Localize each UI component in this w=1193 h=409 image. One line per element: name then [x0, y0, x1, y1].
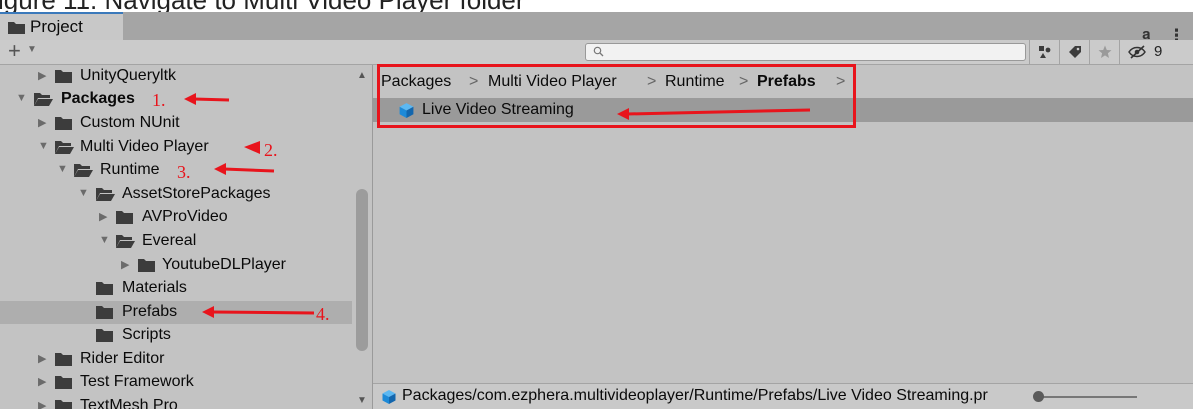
- collapse-arrow-icon[interactable]: ▼: [38, 140, 49, 152]
- tree-item-unityqueryltk[interactable]: ▶ UnityQueryltk: [0, 65, 352, 88]
- scroll-up-arrow-icon[interactable]: ▲: [357, 70, 367, 81]
- tree-item-textmesh-pro[interactable]: ▶ TextMesh Pro: [0, 395, 352, 409]
- shapes-icon: [1039, 46, 1051, 58]
- favorites-button[interactable]: [1089, 40, 1119, 64]
- icon-size-slider-handle[interactable]: [1033, 391, 1044, 402]
- annotation-number-1: 1.: [152, 90, 166, 110]
- tree-item-test-framework[interactable]: ▶ Test Framework: [0, 371, 352, 394]
- folder-icon: [55, 400, 72, 409]
- folder-icon: [116, 211, 133, 224]
- tree-item-prefabs[interactable]: Prefabs: [0, 301, 352, 324]
- tree-item-label: Multi Video Player: [80, 138, 209, 155]
- tree-scrollbar[interactable]: ▲ ▼: [352, 65, 372, 409]
- collapse-arrow-icon[interactable]: ▼: [99, 234, 110, 246]
- annotation-number-3: 3.: [177, 162, 191, 182]
- folder-icon: [96, 306, 113, 319]
- expand-arrow-icon[interactable]: ▶: [38, 399, 46, 409]
- tab-label: Project: [30, 17, 83, 36]
- tree-item-materials[interactable]: Materials: [0, 277, 352, 300]
- tree-item-label: AssetStorePackages: [122, 185, 271, 202]
- chevron-down-icon[interactable]: ▼: [27, 44, 37, 55]
- star-icon: [1098, 45, 1112, 58]
- tree-item-label: Scripts: [122, 326, 171, 343]
- expand-arrow-icon[interactable]: ▶: [99, 210, 107, 223]
- tree-item-avprovideo[interactable]: ▶ AVProVideo: [0, 206, 352, 229]
- hidden-packages-count: 9: [1154, 43, 1163, 60]
- expand-arrow-icon[interactable]: ▶: [38, 375, 46, 388]
- tree-item-label: YoutubeDLPlayer: [162, 256, 286, 273]
- tree-item-packages[interactable]: ▼ Packages: [0, 88, 352, 111]
- search-by-type-button[interactable]: [1029, 40, 1059, 64]
- tree-item-multi-video-player[interactable]: ▼ Multi Video Player: [0, 136, 352, 159]
- tree-item-assetstorepackages[interactable]: ▼ AssetStorePackages: [0, 183, 352, 206]
- collapse-arrow-icon[interactable]: ▼: [57, 163, 68, 175]
- eye-slash-icon: [1128, 45, 1146, 59]
- tree-item-custom-nunit[interactable]: ▶ Custom NUnit: [0, 112, 352, 135]
- tree-item-rider-editor[interactable]: ▶ Rider Editor: [0, 348, 352, 371]
- folder-icon: [8, 22, 25, 34]
- clipped-caption: igure 11. Navigate to Multi Video Player…: [0, 0, 1193, 12]
- tree-item-label: Test Framework: [80, 373, 194, 390]
- icon-size-slider-track[interactable]: [1035, 396, 1137, 398]
- hidden-packages-toggle[interactable]: 9: [1119, 40, 1193, 64]
- tree-item-label: Materials: [122, 279, 187, 296]
- prefab-cube-icon: [382, 390, 396, 404]
- collapse-arrow-icon[interactable]: ▼: [78, 187, 89, 199]
- tree-item-label: Rider Editor: [80, 350, 165, 367]
- folder-open-icon: [34, 93, 53, 106]
- expand-arrow-icon[interactable]: ▶: [38, 116, 46, 129]
- folder-icon: [138, 259, 155, 272]
- folder-icon: [55, 70, 72, 83]
- tag-icon: [1069, 46, 1081, 58]
- tree-item-label: AVProVideo: [142, 208, 228, 225]
- expand-arrow-icon[interactable]: ▶: [121, 258, 129, 271]
- window-tab-bar: Project 𝐚 ⋮: [0, 12, 1193, 45]
- folder-open-icon: [55, 141, 74, 154]
- folder-icon: [96, 282, 113, 295]
- tree-item-label: UnityQueryltk: [80, 67, 177, 84]
- tree-item-label: Custom NUnit: [80, 114, 180, 131]
- tree-item-scripts[interactable]: Scripts: [0, 324, 352, 347]
- expand-arrow-icon[interactable]: ▶: [38, 69, 46, 82]
- tree-item-label: Evereal: [142, 232, 197, 249]
- tree-item-label: TextMesh Pro: [80, 397, 178, 409]
- create-button[interactable]: +: [8, 38, 21, 64]
- folder-icon: [55, 376, 72, 389]
- tree-item-label: Packages: [61, 90, 135, 107]
- folder-icon: [55, 353, 72, 366]
- collapse-arrow-icon[interactable]: ▼: [16, 92, 27, 104]
- search-icon: [593, 46, 604, 57]
- search-field[interactable]: [585, 43, 1026, 61]
- tree-item-label: Runtime: [100, 161, 160, 178]
- tree-item-label: Prefabs: [122, 303, 178, 320]
- annotation-number-4: 4.: [316, 304, 330, 324]
- expand-arrow-icon[interactable]: ▶: [38, 352, 46, 365]
- folder-open-icon: [96, 188, 115, 201]
- scrollbar-thumb[interactable]: [356, 189, 368, 351]
- selected-asset-path: Packages/com.ezphera.multivideoplayer/Ru…: [402, 387, 988, 404]
- folder-tree: ▶ UnityQueryltk ▼ Packages ▶ Custom NUni…: [0, 65, 352, 409]
- scroll-down-arrow-icon[interactable]: ▼: [357, 395, 367, 406]
- tree-item-youtubedlplayer[interactable]: ▶ YoutubeDLPlayer: [0, 254, 352, 277]
- folder-open-icon: [74, 164, 93, 177]
- annotation-number-2: 2.: [264, 140, 278, 160]
- folder-icon: [55, 117, 72, 130]
- project-toolbar: + ▼ 9: [0, 38, 1193, 65]
- status-bar: Packages/com.ezphera.multivideoplayer/Ru…: [373, 383, 1193, 409]
- annotation-highlight-box: [377, 64, 856, 128]
- search-by-label-button[interactable]: [1059, 40, 1089, 64]
- folder-icon: [96, 329, 113, 342]
- folder-open-icon: [116, 235, 135, 248]
- search-input[interactable]: [608, 44, 1018, 60]
- tree-item-runtime[interactable]: ▼ Runtime: [0, 159, 352, 182]
- tree-item-evereal[interactable]: ▼ Evereal: [0, 230, 352, 253]
- tab-project[interactable]: Project: [0, 12, 123, 40]
